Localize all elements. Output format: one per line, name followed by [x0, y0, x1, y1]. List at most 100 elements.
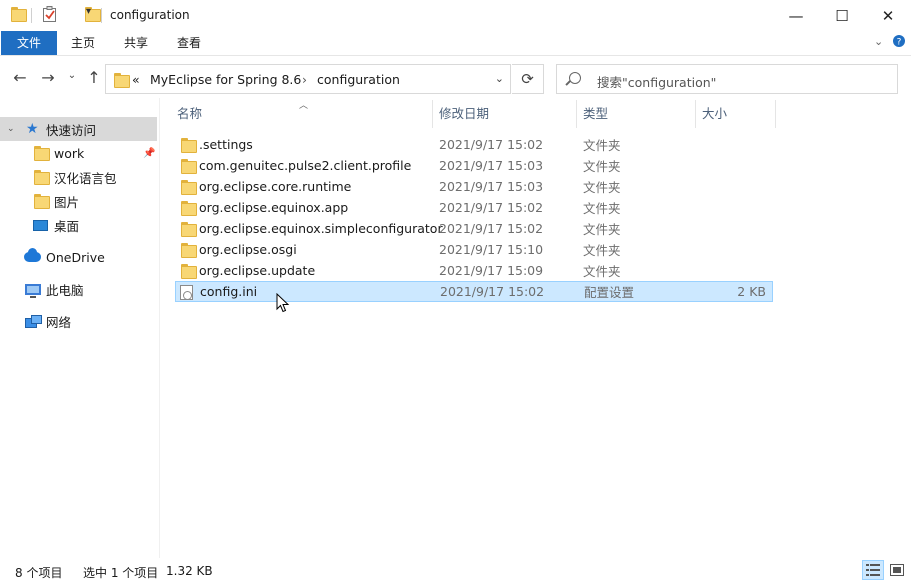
file-date: 2021/9/17 15:02: [440, 284, 545, 299]
column-header-type[interactable]: 类型: [567, 100, 695, 128]
column-header-date[interactable]: 修改日期: [423, 100, 577, 128]
tab-home[interactable]: 主页: [58, 31, 108, 55]
column-header-name[interactable]: 名称: [161, 100, 433, 128]
maximize-button[interactable]: ☐: [819, 0, 865, 31]
file-type: 文件夹: [583, 201, 621, 216]
file-row[interactable]: org.eclipse.equinox.simpleconfigurator 2…: [175, 218, 773, 239]
breadcrumb-item[interactable]: configuration: [317, 72, 400, 87]
folder-icon: [180, 159, 197, 174]
folder-icon: [10, 7, 27, 22]
file-date: 2021/9/17 15:02: [439, 221, 544, 236]
address-bar[interactable]: « MyEclipse for Spring 8.6 › configurati…: [105, 64, 511, 94]
chevron-down-icon[interactable]: ⌄: [7, 124, 15, 134]
folder-icon: [180, 222, 197, 237]
settings-file-icon: [180, 285, 193, 300]
file-row[interactable]: org.eclipse.equinox.app 2021/9/17 15:02 …: [175, 197, 773, 218]
folder-icon: [33, 170, 50, 185]
search-icon: [569, 72, 581, 84]
selection-size: 1.32 KB: [166, 564, 213, 578]
file-type: 配置设置: [584, 285, 635, 300]
nav-item-label: work: [54, 145, 85, 161]
column-divider[interactable]: [775, 100, 776, 128]
details-view-button[interactable]: [862, 560, 884, 580]
file-row[interactable]: com.genuitec.pulse2.client.profile 2021/…: [175, 155, 773, 176]
folder-icon: [180, 243, 197, 258]
nav-item-onedrive[interactable]: OneDrive: [0, 245, 157, 269]
tab-share[interactable]: 共享: [110, 31, 162, 55]
file-name: org.eclipse.osgi: [199, 242, 297, 257]
breadcrumb-overflow[interactable]: «: [132, 72, 140, 87]
recent-locations-icon[interactable]: ⌄: [62, 70, 82, 81]
back-button[interactable]: ←: [10, 68, 30, 87]
chevron-down-icon[interactable]: ⌄: [495, 72, 504, 85]
nav-item-network[interactable]: 网络: [0, 309, 157, 333]
file-type: 文件夹: [583, 159, 621, 174]
folder-icon: [180, 180, 197, 195]
file-date: 2021/9/17 15:03: [439, 158, 544, 173]
breadcrumb-item[interactable]: MyEclipse for Spring 8.6: [150, 72, 301, 87]
forward-button[interactable]: →: [38, 68, 58, 87]
pin-icon: 📌: [143, 147, 156, 159]
selection-count: 选中 1 个项目: [83, 566, 159, 580]
large-icons-view-button[interactable]: [886, 560, 908, 580]
file-list: ︿ 名称 修改日期 类型 大小 .settings 2021/9/17 15:0…: [161, 98, 911, 558]
file-row[interactable]: org.eclipse.core.runtime 2021/9/17 15:03…: [175, 176, 773, 197]
divider: [101, 8, 102, 23]
file-date: 2021/9/17 15:09: [439, 263, 544, 278]
file-date: 2021/9/17 15:02: [439, 200, 544, 215]
customize-quick-access-icon[interactable]: ▾: [86, 6, 91, 17]
nav-item-label: 网络: [46, 314, 72, 330]
item-count: 8 个项目: [15, 566, 63, 580]
file-row[interactable]: org.eclipse.osgi 2021/9/17 15:10 文件夹: [175, 239, 773, 260]
nav-item-label: 汉化语言包: [54, 170, 117, 186]
expand-ribbon-icon[interactable]: ⌄: [874, 35, 883, 48]
file-date: 2021/9/17 15:03: [439, 179, 544, 194]
computer-icon: [25, 283, 41, 298]
column-header-size[interactable]: 大小: [686, 100, 776, 128]
svg-text:?: ?: [897, 38, 902, 48]
nav-item-this-pc[interactable]: 此电脑: [0, 277, 157, 301]
up-button[interactable]: ↑: [84, 68, 104, 87]
desktop-icon: [33, 219, 48, 231]
refresh-button[interactable]: ⟳: [512, 64, 544, 94]
pane-splitter[interactable]: [159, 98, 160, 558]
file-name: org.eclipse.core.runtime: [199, 179, 352, 194]
title-bar: ▾ configuration — ☐ ✕: [0, 0, 911, 31]
window-title: configuration: [110, 8, 190, 22]
nav-item-pictures[interactable]: 图片: [0, 189, 157, 213]
help-icon[interactable]: ?: [892, 34, 906, 51]
nav-item-label: 桌面: [54, 218, 80, 234]
file-row[interactable]: org.eclipse.update 2021/9/17 15:09 文件夹: [175, 260, 773, 281]
nav-item-work[interactable]: work 📌: [0, 141, 157, 165]
nav-item-label: OneDrive: [46, 249, 105, 265]
network-icon: [25, 315, 42, 328]
minimize-button[interactable]: —: [773, 0, 819, 31]
file-row-selected[interactable]: config.ini 2021/9/17 15:02 配置设置 2 KB: [175, 281, 773, 302]
nav-item-label: 快速访问: [46, 122, 97, 138]
divider: [31, 8, 32, 23]
folder-icon: [33, 194, 50, 209]
nav-item-language-pack[interactable]: 汉化语言包: [0, 165, 157, 189]
nav-item-label: 图片: [54, 194, 80, 210]
file-type: 文件夹: [583, 264, 621, 279]
breadcrumb-separator[interactable]: ›: [302, 72, 307, 87]
address-row: ← → ⌄ ↑ « MyEclipse for Spring 8.6 › con…: [0, 62, 911, 94]
file-type: 文件夹: [583, 180, 621, 195]
properties-icon[interactable]: [42, 6, 58, 26]
close-button[interactable]: ✕: [865, 0, 911, 31]
file-name: config.ini: [200, 284, 258, 299]
file-type: 文件夹: [583, 138, 621, 153]
nav-item-quick-access[interactable]: ⌄ ★ 快速访问: [0, 117, 157, 141]
file-type: 文件夹: [583, 243, 621, 258]
file-name: org.eclipse.equinox.app: [199, 200, 349, 215]
search-input[interactable]: 搜索"configuration": [556, 64, 898, 94]
star-icon: ★: [26, 121, 39, 137]
folder-icon: [180, 138, 197, 153]
file-row[interactable]: .settings 2021/9/17 15:02 文件夹: [175, 134, 773, 155]
nav-item-label: 此电脑: [46, 282, 84, 298]
file-name: com.genuitec.pulse2.client.profile: [199, 158, 412, 173]
folder-icon: [33, 146, 50, 161]
tab-view[interactable]: 查看: [164, 31, 214, 55]
tab-file[interactable]: 文件: [1, 31, 57, 55]
nav-item-desktop[interactable]: 桌面: [0, 213, 157, 237]
